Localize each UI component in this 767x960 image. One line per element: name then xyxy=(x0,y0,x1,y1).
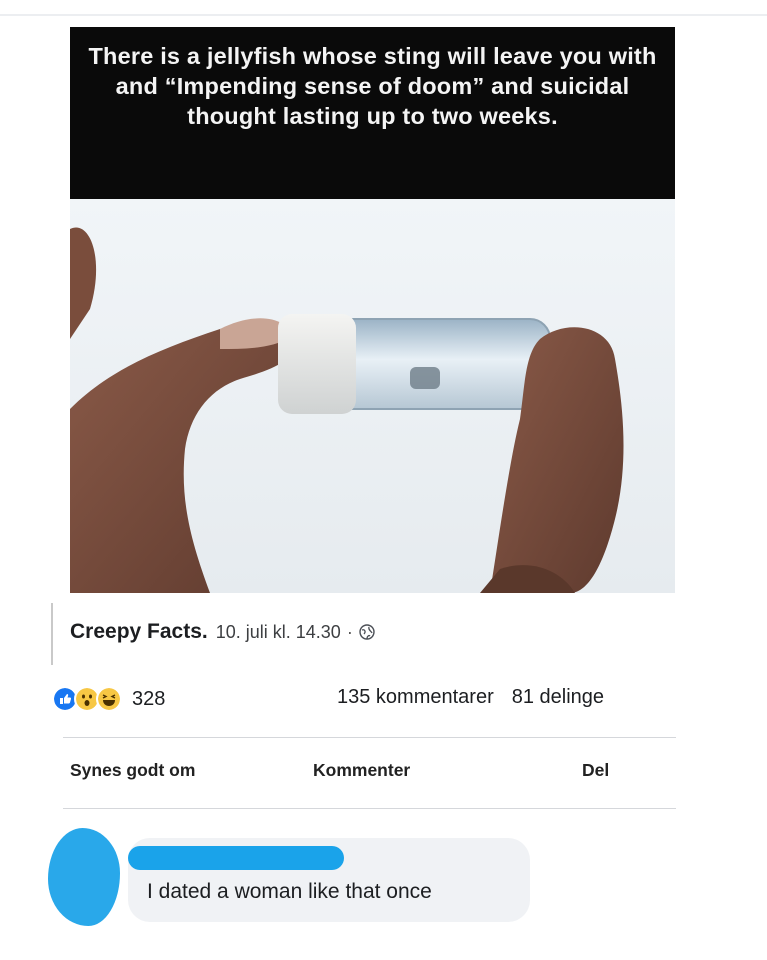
caption-text: There is a jellyfish whose sting will le… xyxy=(88,43,657,129)
page-name-link[interactable]: Creepy Facts. xyxy=(70,620,208,644)
engagement-counts: 135 kommentarer 81 delinge xyxy=(337,686,604,709)
globe-icon xyxy=(359,624,375,640)
reaction-count: 328 xyxy=(132,687,166,710)
caption-band: There is a jellyfish whose sting will le… xyxy=(70,27,675,199)
comments-count-link[interactable]: 135 kommentarer xyxy=(337,686,494,708)
shares-count-link[interactable]: 81 delinge xyxy=(512,686,604,708)
like-button[interactable]: Synes godt om xyxy=(70,760,195,781)
redacted-commenter-name xyxy=(128,846,344,870)
top-divider xyxy=(0,14,767,16)
comment-text: I dated a woman like that once xyxy=(147,880,432,903)
comment-button[interactable]: Kommenter xyxy=(313,760,410,781)
avatar[interactable] xyxy=(48,828,120,926)
post-meta: Creepy Facts. 10. juli kl. 14.30 · xyxy=(70,620,375,644)
actions-bottom-divider xyxy=(63,808,676,809)
jellyfish-vial-photo xyxy=(70,199,675,593)
share-button[interactable]: Del xyxy=(582,760,609,781)
reactions-summary[interactable]: 328 xyxy=(52,686,165,712)
haha-icon xyxy=(96,686,122,712)
meta-divider xyxy=(51,603,53,665)
actions-top-divider xyxy=(63,737,676,738)
post-timestamp[interactable]: 10. juli kl. 14.30 xyxy=(216,622,341,643)
meta-separator: · xyxy=(346,621,353,642)
post-image[interactable]: There is a jellyfish whose sting will le… xyxy=(70,27,675,593)
